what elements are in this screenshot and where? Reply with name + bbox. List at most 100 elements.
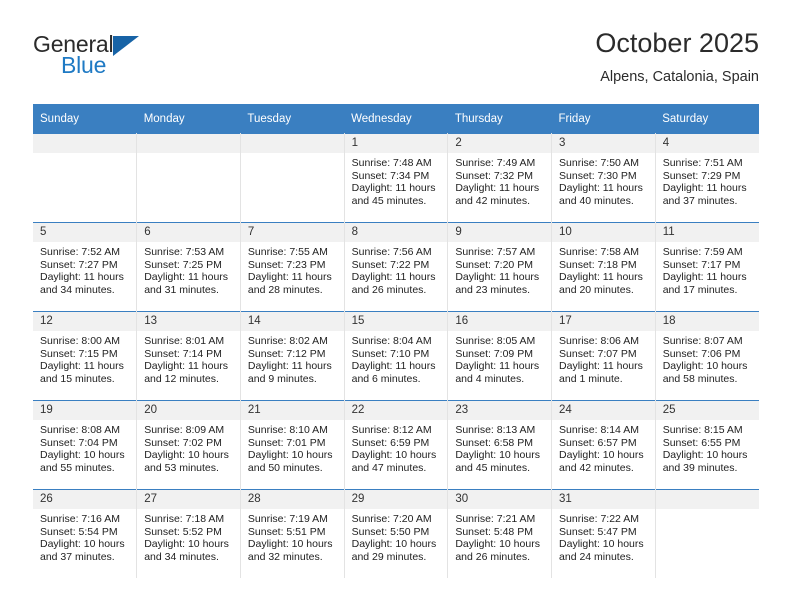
calendar-day-cell[interactable]: 10 Sunrise: 7:58 AM Sunset: 7:18 PM Dayligh… — [551, 222, 656, 312]
day-details: Sunrise: 7:21 AM Sunset: 5:48 PM Daylight:… — [448, 509, 551, 563]
sunset-text: Sunset: 7:09 PM — [455, 347, 533, 360]
calendar-day-cell[interactable]: 2 Sunrise: 7:49 AM Sunset: 7:32 PM Daylight… — [447, 133, 553, 223]
calendar-day-cell-empty — [33, 133, 138, 223]
calendar-week-row: 12 Sunrise: 8:00 AM Sunset: 7:15 PM Dayligh… — [33, 311, 759, 401]
calendar-day-cell[interactable]: 27 Sunrise: 7:18 AM Sunset: 5:52 PM Dayligh… — [136, 489, 241, 578]
day-details: Sunrise: 7:52 AM Sunset: 7:27 PM Daylight:… — [33, 242, 136, 296]
sunrise-text: Sunrise: 7:22 AM — [559, 513, 639, 525]
day-number: 23 — [448, 401, 552, 420]
calendar-day-cell[interactable]: 28 Sunrise: 7:19 AM Sunset: 5:51 PM Dayligh… — [240, 489, 345, 578]
page-title: October 2025 — [595, 28, 759, 58]
sunset-text: Sunset: 7:25 PM — [144, 258, 222, 271]
sunset-text: Sunset: 7:29 PM — [662, 169, 741, 182]
day-number — [33, 134, 137, 153]
sunrise-text: Sunrise: 7:48 AM — [351, 157, 432, 169]
day-number: 25 — [655, 401, 759, 420]
sunrise-text: Sunrise: 8:08 AM — [40, 424, 120, 436]
day-number: 29 — [344, 490, 448, 509]
calendar-day-cell-empty — [136, 133, 241, 223]
sunset-text: Sunset: 7:32 PM — [455, 169, 533, 182]
calendar-day-cell[interactable]: 31 Sunrise: 7:22 AM Sunset: 5:47 PM Dayligh… — [551, 489, 656, 578]
sunrise-text: Sunrise: 8:02 AM — [247, 335, 328, 347]
sunrise-text: Sunrise: 8:09 AM — [144, 424, 225, 436]
daylight-text: Daylight: 11 hours and 40 minutes. — [559, 182, 643, 207]
daylight-text: Daylight: 10 hours and 55 minutes. — [40, 449, 125, 474]
sunset-text: Sunset: 5:52 PM — [144, 525, 222, 538]
calendar-day-cell[interactable]: 18 Sunrise: 8:07 AM Sunset: 7:06 PM Dayligh… — [655, 311, 759, 401]
calendar-day-cell[interactable]: 17 Sunrise: 8:06 AM Sunset: 7:07 PM Dayligh… — [551, 311, 656, 401]
day-details: Sunrise: 8:09 AM Sunset: 7:02 PM Daylight:… — [137, 420, 240, 474]
calendar-day-cell[interactable]: 4 Sunrise: 7:51 AM Sunset: 7:29 PM Daylight… — [655, 133, 759, 223]
day-details: Sunrise: 7:53 AM Sunset: 7:25 PM Daylight:… — [137, 242, 240, 296]
day-number — [655, 490, 759, 509]
calendar-day-cell-empty — [655, 489, 759, 578]
page-header: General Blue October 2025 Alpens, Catalo… — [33, 26, 759, 98]
calendar-day-cell[interactable]: 13 Sunrise: 8:01 AM Sunset: 7:14 PM Dayligh… — [136, 311, 241, 401]
sunset-text: Sunset: 5:51 PM — [247, 525, 326, 538]
calendar-day-cell[interactable]: 25 Sunrise: 8:15 AM Sunset: 6:55 PM Dayligh… — [655, 400, 759, 490]
calendar-day-cell[interactable]: 15 Sunrise: 8:04 AM Sunset: 7:10 PM Dayligh… — [344, 311, 449, 401]
daylight-text: Daylight: 10 hours and 53 minutes. — [144, 449, 229, 474]
sunset-text: Sunset: 7:17 PM — [662, 258, 741, 271]
sunrise-text: Sunrise: 8:13 AM — [455, 424, 536, 436]
day-details: Sunrise: 8:15 AM Sunset: 6:55 PM Daylight:… — [656, 420, 759, 474]
day-details: Sunrise: 7:48 AM Sunset: 7:34 PM Daylight:… — [345, 153, 448, 207]
calendar-day-cell[interactable]: 29 Sunrise: 7:20 AM Sunset: 5:50 PM Dayligh… — [344, 489, 449, 578]
calendar-day-cell[interactable]: 24 Sunrise: 8:14 AM Sunset: 6:57 PM Dayligh… — [551, 400, 656, 490]
day-details: Sunrise: 7:19 AM Sunset: 5:51 PM Daylight:… — [241, 509, 344, 563]
sunrise-text: Sunrise: 7:19 AM — [247, 513, 328, 525]
sunset-text: Sunset: 7:22 PM — [351, 258, 430, 271]
sunset-text: Sunset: 7:06 PM — [662, 347, 741, 360]
day-number: 17 — [552, 312, 655, 331]
day-details: Sunrise: 8:06 AM Sunset: 7:07 PM Daylight:… — [552, 331, 655, 385]
day-number — [240, 134, 344, 153]
calendar-day-cell[interactable]: 22 Sunrise: 8:12 AM Sunset: 6:59 PM Dayligh… — [344, 400, 449, 490]
calendar-day-cell[interactable]: 6 Sunrise: 7:53 AM Sunset: 7:25 PM Daylight… — [136, 222, 241, 312]
calendar-day-cell[interactable]: 19 Sunrise: 8:08 AM Sunset: 7:04 PM Dayligh… — [33, 400, 138, 490]
sunrise-text: Sunrise: 7:50 AM — [559, 157, 639, 169]
calendar-day-cell[interactable]: 26 Sunrise: 7:16 AM Sunset: 5:54 PM Dayligh… — [33, 489, 138, 578]
calendar-day-cell[interactable]: 8 Sunrise: 7:56 AM Sunset: 7:22 PM Daylight… — [344, 222, 449, 312]
day-details: Sunrise: 8:12 AM Sunset: 6:59 PM Daylight:… — [345, 420, 448, 474]
calendar-day-cell[interactable]: 12 Sunrise: 8:00 AM Sunset: 7:15 PM Dayligh… — [33, 311, 138, 401]
calendar-week-row: 19 Sunrise: 8:08 AM Sunset: 7:04 PM Dayligh… — [33, 400, 759, 490]
calendar-day-cell[interactable]: 30 Sunrise: 7:21 AM Sunset: 5:48 PM Dayligh… — [447, 489, 553, 578]
sunset-text: Sunset: 5:48 PM — [455, 525, 533, 538]
calendar-day-cell[interactable]: 16 Sunrise: 8:05 AM Sunset: 7:09 PM Dayligh… — [447, 311, 553, 401]
day-number: 1 — [344, 134, 448, 153]
sunrise-text: Sunrise: 8:14 AM — [559, 424, 639, 436]
calendar-day-cell[interactable]: 20 Sunrise: 8:09 AM Sunset: 7:02 PM Dayligh… — [136, 400, 241, 490]
calendar-day-cell[interactable]: 7 Sunrise: 7:55 AM Sunset: 7:23 PM Daylight… — [240, 222, 345, 312]
calendar-day-cell[interactable]: 3 Sunrise: 7:50 AM Sunset: 7:30 PM Daylight… — [551, 133, 656, 223]
day-details: Sunrise: 7:51 AM Sunset: 7:29 PM Daylight:… — [656, 153, 759, 207]
calendar-day-cell[interactable]: 11 Sunrise: 7:59 AM Sunset: 7:17 PM Dayligh… — [655, 222, 759, 312]
sunrise-text: Sunrise: 7:53 AM — [144, 246, 225, 258]
sunset-text: Sunset: 7:07 PM — [559, 347, 637, 360]
calendar-table: Sunday Monday Tuesday Wednesday Thursday… — [33, 104, 759, 578]
calendar-page: General Blue October 2025 Alpens, Catalo… — [0, 0, 792, 612]
sunrise-text: Sunrise: 8:01 AM — [144, 335, 225, 347]
sunrise-text: Sunrise: 7:16 AM — [40, 513, 120, 525]
day-details: Sunrise: 8:02 AM Sunset: 7:12 PM Daylight:… — [241, 331, 344, 385]
calendar-day-cell[interactable]: 5 Sunrise: 7:52 AM Sunset: 7:27 PM Daylight… — [33, 222, 138, 312]
day-details: Sunrise: 8:10 AM Sunset: 7:01 PM Daylight:… — [241, 420, 344, 474]
daylight-text: Daylight: 11 hours and 9 minutes. — [247, 360, 332, 385]
day-number: 30 — [448, 490, 552, 509]
day-number: 19 — [33, 401, 137, 420]
sunrise-text: Sunrise: 7:55 AM — [247, 246, 328, 258]
calendar-day-cell[interactable]: 1 Sunrise: 7:48 AM Sunset: 7:34 PM Daylight… — [344, 133, 449, 223]
calendar-day-cell[interactable]: 14 Sunrise: 8:02 AM Sunset: 7:12 PM Dayligh… — [240, 311, 345, 401]
day-details: Sunrise: 7:50 AM Sunset: 7:30 PM Daylight:… — [552, 153, 655, 207]
calendar-day-cell[interactable]: 21 Sunrise: 8:10 AM Sunset: 7:01 PM Dayligh… — [240, 400, 345, 490]
calendar-day-cell[interactable]: 9 Sunrise: 7:57 AM Sunset: 7:20 PM Daylight… — [447, 222, 553, 312]
generalblue-logo: General Blue — [33, 32, 163, 88]
daylight-text: Daylight: 10 hours and 34 minutes. — [144, 538, 229, 563]
calendar-day-cell[interactable]: 23 Sunrise: 8:13 AM Sunset: 6:58 PM Dayligh… — [447, 400, 553, 490]
sunset-text: Sunset: 5:47 PM — [559, 525, 637, 538]
sunset-text: Sunset: 7:30 PM — [559, 169, 637, 182]
sunrise-text: Sunrise: 8:06 AM — [559, 335, 639, 347]
sunset-text: Sunset: 6:57 PM — [559, 436, 637, 449]
day-details: Sunrise: 8:07 AM Sunset: 7:06 PM Daylight:… — [656, 331, 759, 385]
weekday-header-wednesday: Wednesday — [344, 104, 448, 134]
sunset-text: Sunset: 7:15 PM — [40, 347, 118, 360]
